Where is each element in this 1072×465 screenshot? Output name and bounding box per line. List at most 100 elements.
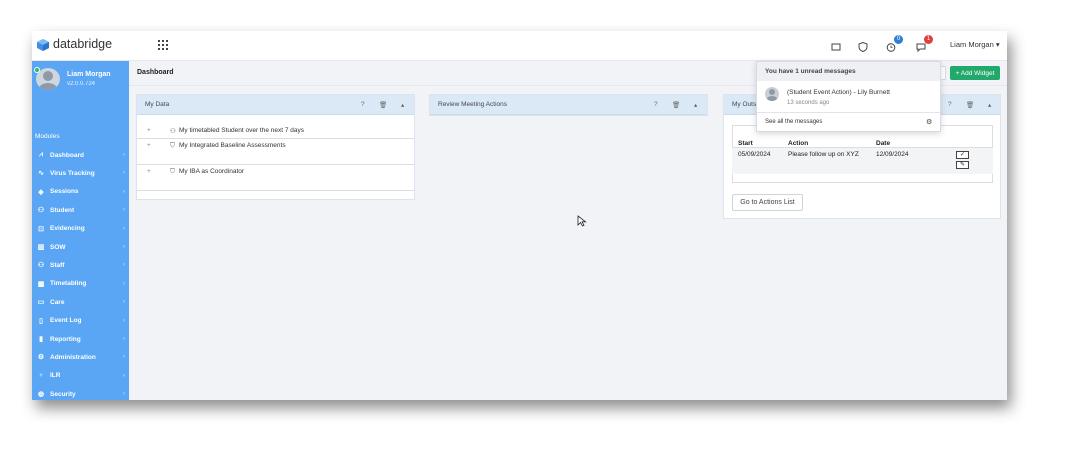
sidebar-item-care[interactable]: ▭ Care › [32, 294, 129, 310]
gear-icon: ⚙ [37, 354, 45, 362]
expand-icon[interactable]: + [147, 142, 151, 149]
actions-table: Start Action Date 05/09/2024 Please foll… [732, 125, 993, 174]
bookmark-icon: ⛉ [170, 168, 175, 175]
graduation-cap-icon: ◈ [38, 188, 44, 196]
trash-icon[interactable]: 🗑 [672, 101, 680, 109]
sidebar-item-label: Timetabling [50, 280, 87, 288]
sidebar-item-label: Student [50, 206, 75, 214]
sidebar-item-sow[interactable]: ▥ SOW › [32, 239, 129, 255]
clock-shield-icon[interactable]: 0 [885, 35, 903, 52]
panel-header: Review Meeting Actions ? 🗑 ▴ [430, 95, 707, 115]
sidebar-item-ilr[interactable]: ♆ ILR › [32, 368, 129, 384]
review-meeting-actions-panel: Review Meeting Actions ? 🗑 ▴ [429, 94, 708, 116]
sidebar-item-student[interactable]: ⚇ Student › [32, 202, 129, 218]
sidebar: Liam Morgan v2.0.0.724 Modules ⩘ Dashboar… [32, 61, 129, 400]
sidebar-user-name: Liam Morgan [67, 71, 111, 78]
cube-logo-icon [37, 39, 49, 51]
add-widget-button[interactable]: + Add Widget [950, 66, 1000, 80]
window-icon[interactable] [830, 40, 842, 52]
sidebar-item-label: Dashboard [50, 151, 84, 159]
app-version: v2.0.0.724 [67, 81, 96, 87]
sidebar-item-label: Sessions [50, 188, 79, 196]
expand-icon[interactable]: + [147, 168, 151, 175]
gear-icon[interactable]: ⚙ [926, 118, 932, 126]
list-item[interactable]: + ⚇ My timetabled Student over the next … [137, 125, 414, 139]
divider [757, 112, 940, 113]
list-item[interactable]: + ⛉ My Integrated Baseline Assessments [137, 139, 414, 165]
bookmark-icon: ⛉ [170, 142, 175, 149]
collapse-icon[interactable]: ▴ [694, 101, 697, 109]
chat-icon[interactable]: 1 [915, 35, 933, 53]
see-all-messages-link[interactable]: See all the messages [765, 119, 822, 125]
app-window: databridge 0 1 Liam Morgan ▾ Liam Morgan… [32, 31, 1007, 400]
list-item[interactable]: + ⛉ My IBA as Coordinator [137, 165, 414, 191]
sidebar-item-dashboard[interactable]: ⩘ Dashboard › [32, 147, 129, 163]
page-title: Dashboard [137, 69, 174, 76]
users-icon: ⚇ [37, 207, 45, 215]
shield-icon[interactable] [857, 40, 869, 53]
camera-icon: ⊡ [38, 225, 44, 233]
help-icon[interactable]: ? [361, 101, 365, 108]
sidebar-item-label: Administration [50, 353, 96, 361]
mouse-cursor-icon [577, 215, 587, 227]
message-badge: 1 [924, 35, 933, 44]
list-item-label: My Integrated Baseline Assessments [179, 142, 286, 149]
chevron-right-icon: › [123, 188, 125, 195]
sidebar-item-administration[interactable]: ⚙ Administration › [32, 349, 129, 365]
expand-icon[interactable]: + [147, 127, 151, 134]
chart-icon: ⩘ [39, 151, 43, 158]
collapse-icon[interactable]: ▴ [988, 101, 991, 109]
calendar-icon: ▦ [37, 280, 45, 288]
sidebar-item-label: SOW [50, 243, 66, 251]
notifications-dropdown: You have 1 unread messages (Student Even… [756, 61, 941, 132]
panel-title: Review Meeting Actions [438, 101, 508, 108]
list-item-label: My timetabled Student over the next 7 da… [179, 127, 305, 134]
sidebar-item-label: Care [50, 298, 65, 306]
chevron-right-icon: › [123, 225, 125, 232]
dropdown-header: You have 1 unread messages [757, 62, 940, 81]
panel-title: My Outs [732, 101, 757, 108]
chevron-right-icon: › [123, 244, 125, 250]
sidebar-item-label: Evidencing [50, 225, 85, 233]
sidebar-item-evidencing[interactable]: ⊡ Evidencing › [32, 221, 129, 237]
help-icon[interactable]: ? [654, 101, 658, 108]
sidebar-item-event-log[interactable]: ▯ Event Log › [32, 313, 129, 329]
action-cell: Please follow up on XYZ [782, 147, 870, 174]
edit-icon[interactable]: ✎ [956, 160, 969, 169]
chevron-right-icon: › [123, 152, 125, 158]
book-icon: ▥ [37, 244, 45, 251]
complete-checkbox-button[interactable]: ✓ [956, 150, 969, 159]
trash-icon[interactable]: 🗑 [379, 101, 387, 109]
sidebar-item-staff[interactable]: ⚇ Staff › [32, 257, 129, 273]
apps-grid-icon[interactable] [158, 40, 168, 50]
date-cell: 12/09/2024 [870, 147, 944, 174]
notification-badge: 0 [894, 35, 903, 44]
chevron-right-icon: › [123, 170, 125, 177]
chevron-right-icon: › [123, 299, 125, 306]
trash-icon[interactable]: 🗑 [966, 101, 974, 109]
collapse-icon[interactable]: ▴ [401, 101, 404, 109]
sidebar-item-label: Reporting [50, 335, 81, 343]
sidebar-item-timetabling[interactable]: ▦ Timetabling › [32, 276, 129, 292]
app-name[interactable]: databridge [53, 37, 112, 51]
column-header [944, 125, 993, 148]
chevron-right-icon: › [123, 354, 125, 361]
help-icon[interactable]: ? [948, 101, 952, 108]
go-to-actions-list-button[interactable]: Go to Actions List [732, 194, 803, 211]
sidebar-item-security[interactable]: ◍ Security › [32, 386, 129, 400]
sidebar-item-virus-tracking[interactable]: ∿ Virus Tracking › [32, 165, 129, 181]
bar-chart-icon: ▮ [39, 336, 43, 343]
sidebar-item-reporting[interactable]: ▮ Reporting › [32, 331, 129, 347]
user-menu[interactable]: Liam Morgan ▾ [950, 40, 1000, 49]
message-item[interactable]: (Student Event Action) - Lily Burnett [787, 89, 890, 96]
sidebar-item-label: Security [50, 390, 76, 398]
top-bar: databridge 0 1 Liam Morgan ▾ [32, 31, 1007, 61]
panel-title: My Data [145, 101, 170, 108]
chevron-right-icon: › [123, 262, 125, 269]
sidebar-item-label: ILR [50, 372, 61, 380]
globe-icon: ◍ [37, 391, 45, 399]
panel-header: My Data ? 🗑 ▴ [137, 95, 414, 115]
staff-icon: ⚇ [37, 262, 45, 270]
sidebar-item-sessions[interactable]: ◈ Sessions › [32, 184, 129, 200]
my-data-panel: My Data ? 🗑 ▴ + ⚇ My timetabled Student … [136, 94, 415, 200]
